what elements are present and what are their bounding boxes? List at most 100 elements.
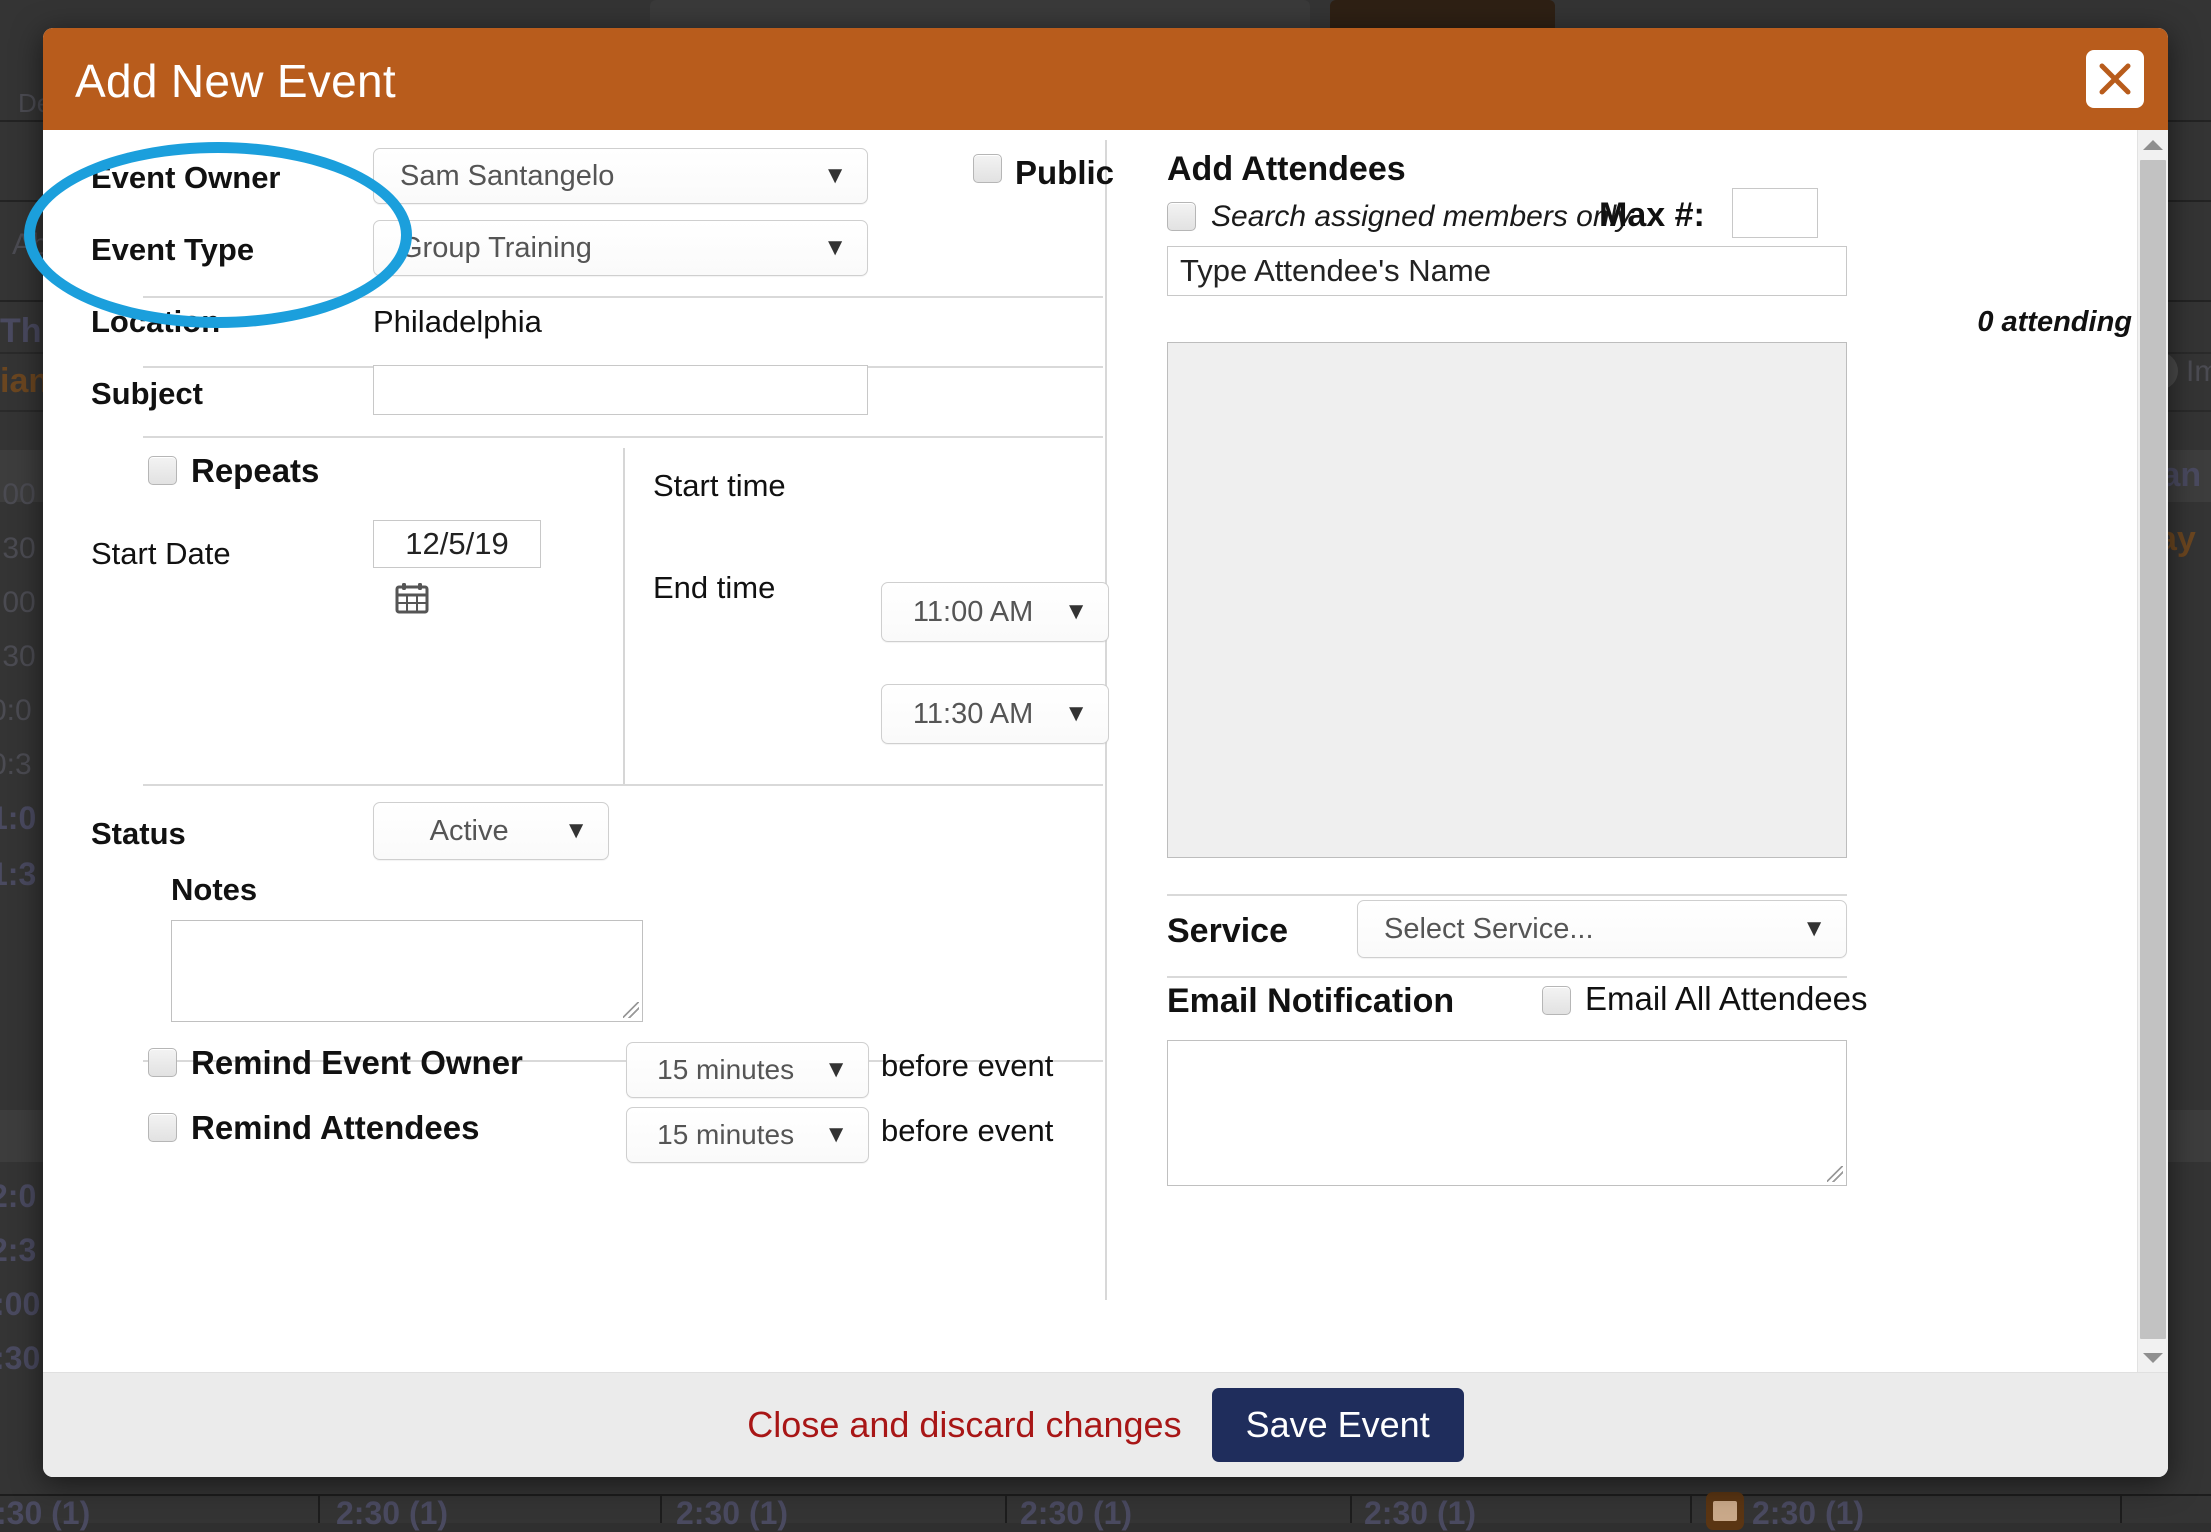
chevron-down-icon: ▼ [824, 1121, 848, 1148]
attendees-list-box[interactable] [1167, 342, 1847, 858]
scrollbar-thumb[interactable] [2140, 160, 2166, 1339]
scroll-down-icon[interactable] [2138, 1345, 2168, 1371]
bg-partial-text: Im [2186, 355, 2211, 388]
remind-attendees-select[interactable]: 15 minutes ▼ [626, 1107, 869, 1163]
search-assigned-checkbox[interactable] [1167, 202, 1196, 231]
search-assigned-label: Search assigned members only [1211, 200, 1632, 233]
subject-input[interactable] [373, 365, 868, 415]
service-value: Select Service... [1384, 912, 1594, 945]
start-date-input[interactable]: 12/5/19 [373, 520, 541, 568]
bg-col-line [318, 1494, 320, 1523]
dialog-scrollbar[interactable] [2137, 130, 2168, 1373]
notes-label: Notes [171, 872, 258, 907]
public-checkbox[interactable] [973, 154, 1002, 183]
repeats-label: Repeats [191, 452, 320, 489]
subject-label: Subject [91, 376, 203, 411]
start-time-value: 11:00 AM [912, 595, 1034, 628]
bg-time-slot: 2:0 [0, 1178, 37, 1214]
email-notification-label: Email Notification [1167, 982, 1455, 1020]
dialog-body: Event Owner Sam Santangelo ▼ Public Grou… [43, 130, 2168, 1373]
status-select[interactable]: Active ▼ [373, 802, 609, 860]
scroll-up-icon[interactable] [2138, 132, 2168, 158]
max-input[interactable] [1732, 188, 1818, 238]
email-notification-textarea[interactable] [1167, 1040, 1847, 1186]
bg-cell: 2:30 (1) [336, 1495, 449, 1531]
chevron-down-icon: ▼ [564, 817, 588, 844]
field-divider [1167, 894, 1847, 896]
bg-time-slot: :00 [0, 1286, 41, 1322]
chevron-down-icon: ▼ [823, 234, 847, 261]
bg-cell: 2:30 (1) [1364, 1495, 1477, 1531]
time-section-divider [623, 448, 625, 784]
add-attendees-heading: Add Attendees [1167, 150, 1406, 188]
max-label: Max #: [1599, 196, 1705, 234]
end-time-value: 11:30 AM [912, 697, 1034, 730]
field-divider [143, 784, 1103, 786]
bg-time-slot: :30 [0, 1340, 41, 1376]
bg-time-slot: 0:0 [0, 694, 32, 727]
notes-textarea[interactable] [171, 920, 643, 1022]
bg-time-slot: :00 [0, 478, 36, 511]
remind-attendees-label: Remind Attendees [191, 1109, 480, 1146]
event-owner-label: Event Owner [91, 160, 281, 195]
start-time-label: Start time [653, 468, 786, 503]
event-type-select[interactable]: Group Training ▼ [373, 220, 868, 276]
start-time-select[interactable]: 11:00 AM ▼ [881, 582, 1109, 642]
bg-time-slot: :00 [0, 586, 36, 619]
repeats-checkbox[interactable] [148, 456, 177, 485]
dialog-header: Add New Event [43, 28, 2168, 130]
chevron-down-icon: ▼ [823, 162, 847, 189]
remind-owner-label: Remind Event Owner [191, 1044, 523, 1081]
service-select[interactable]: Select Service... ▼ [1357, 900, 1847, 958]
chevron-down-icon: ▼ [1064, 700, 1088, 727]
email-all-attendees-checkbox[interactable] [1542, 986, 1571, 1015]
remind-attendees-suffix: before event [881, 1113, 1054, 1148]
save-event-button[interactable]: Save Event [1211, 1388, 1464, 1462]
public-label: Public [1015, 154, 1115, 191]
dialog-title: Add New Event [75, 55, 396, 107]
event-type-label: Event Type [91, 232, 255, 267]
field-divider [1167, 976, 1847, 978]
bg-time-slot: :30 [0, 532, 36, 565]
remind-attendees-checkbox[interactable] [148, 1113, 177, 1142]
attendees-panel: Add Attendees Search assigned members on… [1107, 130, 2140, 1349]
bg-col-line [2120, 1494, 2122, 1523]
bg-cell: 2:30 (1) [676, 1495, 789, 1531]
bg-col-line [1690, 1494, 1692, 1523]
status-value: Active [429, 814, 509, 847]
field-divider [143, 296, 1103, 298]
field-divider [143, 436, 1103, 438]
bg-cell: 2:30 (1) [1752, 1495, 1865, 1531]
remind-owner-suffix: before event [881, 1048, 1054, 1083]
attending-count: 0 attending [1977, 306, 2132, 338]
service-label: Service [1167, 912, 1288, 950]
location-value: Philadelphia [373, 304, 542, 339]
end-time-select[interactable]: 11:30 AM ▼ [881, 684, 1109, 744]
event-owner-value: Sam Santangelo [400, 159, 615, 192]
chevron-down-icon: ▼ [1064, 598, 1088, 625]
bg-cell: 2:30 (1) [1020, 1495, 1133, 1531]
bg-time-slot: 0:3 [0, 748, 32, 781]
bg-time-slot: :30 [0, 640, 36, 673]
calendar-icon[interactable] [395, 582, 429, 614]
bg-cell: :30 (1) [0, 1495, 91, 1531]
close-and-discard-link[interactable]: Close and discard changes [747, 1404, 1181, 1446]
close-icon[interactable] [2086, 50, 2144, 108]
dialog-footer: Close and discard changes Save Event [43, 1372, 2168, 1477]
event-icon [1706, 1492, 1744, 1530]
remind-owner-checkbox[interactable] [148, 1048, 177, 1077]
event-type-value: Group Training [400, 231, 592, 264]
chevron-down-icon: ▼ [824, 1056, 848, 1083]
event-owner-select[interactable]: Sam Santangelo ▼ [373, 148, 868, 204]
remind-owner-select[interactable]: 15 minutes ▼ [626, 1042, 869, 1098]
status-label: Status [91, 816, 186, 851]
email-all-attendees-label: Email All Attendees [1585, 980, 1868, 1017]
attendee-name-input[interactable]: Type Attendee's Name [1167, 246, 1847, 296]
chevron-down-icon: ▼ [1802, 915, 1826, 942]
bg-col-line [660, 1494, 662, 1523]
end-time-label: End time [653, 570, 776, 605]
remind-owner-value: 15 minutes [657, 1054, 795, 1085]
add-new-event-dialog: Add New Event Event Owner Sam Santangelo… [43, 28, 2168, 1477]
event-details-panel: Event Owner Sam Santangelo ▼ Public Grou… [43, 130, 1114, 1349]
bg-col-line [1350, 1494, 1352, 1523]
